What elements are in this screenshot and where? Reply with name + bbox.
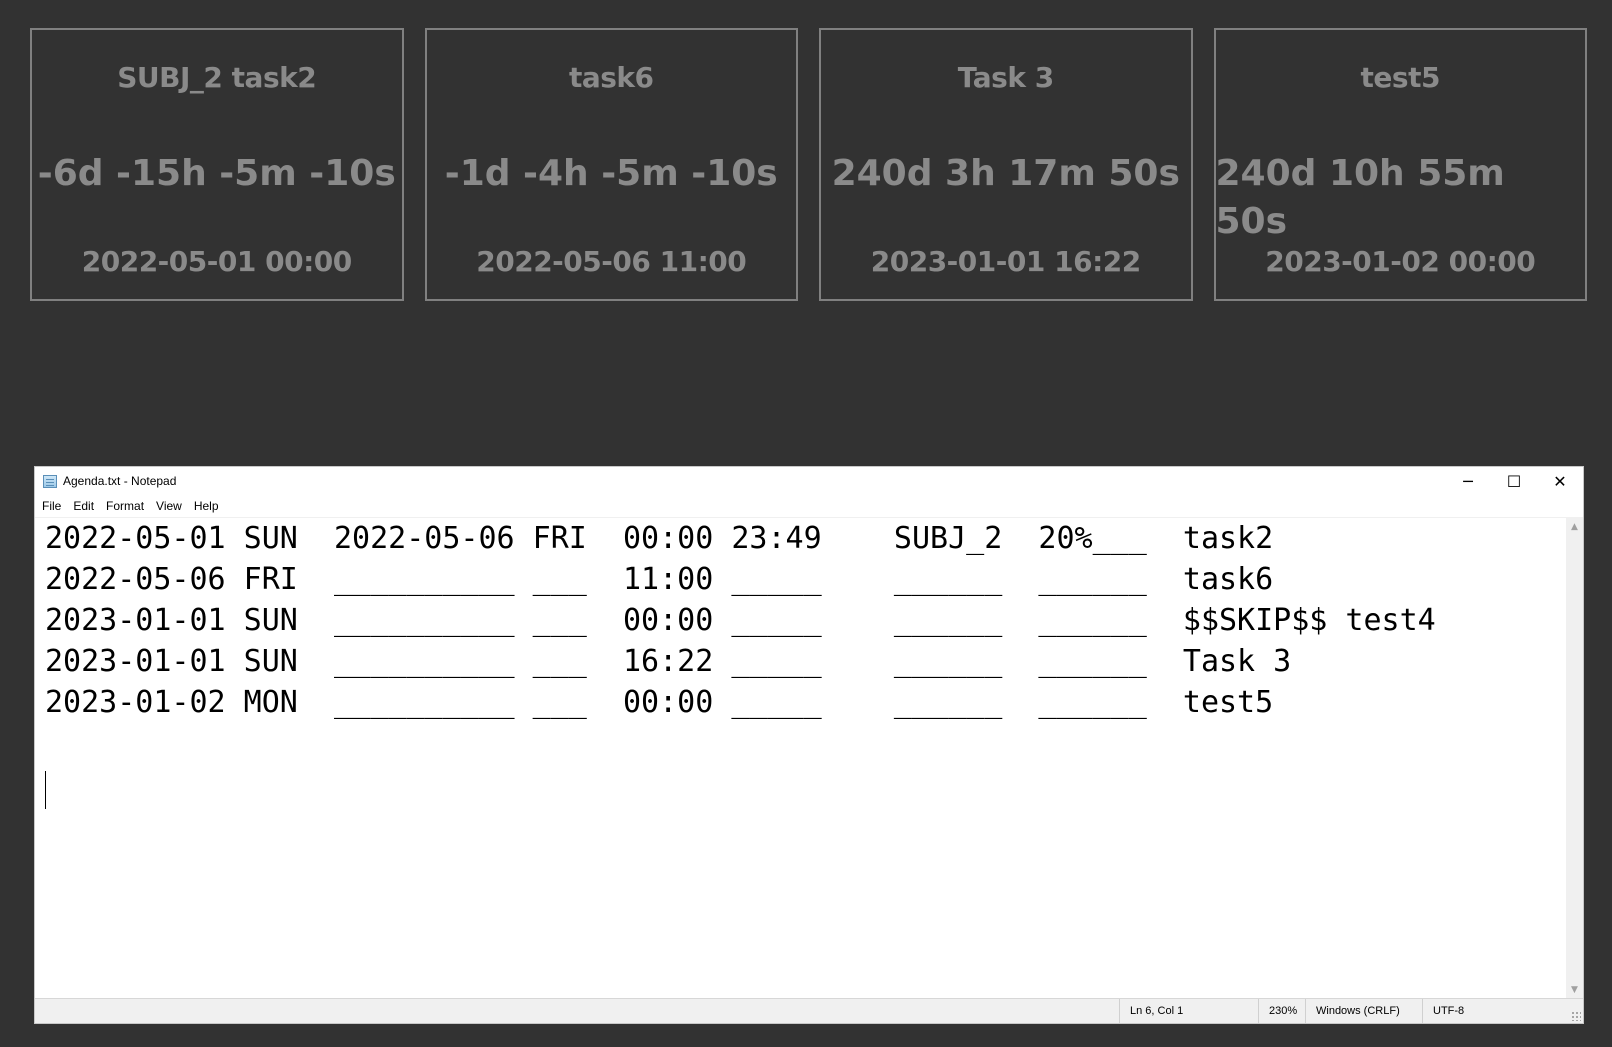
menu-edit[interactable]: Edit [73, 499, 94, 513]
text-editor[interactable]: 2022-05-01 SUN 2022-05-06 FRI 00:00 23:4… [35, 518, 1565, 998]
countdown-card: task6 -1d -4h -5m -10s 2022-05-06 11:00 [424, 28, 798, 301]
status-bar: Ln 6, Col 1 230% Windows (CRLF) UTF-8 [35, 998, 1583, 1023]
countdown-card: test5 240d 10h 55m 50s 2023-01-02 00:00 [1213, 28, 1587, 301]
editor-content[interactable]: 2022-05-01 SUN 2022-05-06 FRI 00:00 23:4… [35, 518, 1565, 723]
menu-file[interactable]: File [42, 499, 61, 513]
text-caret [45, 771, 46, 809]
card-datetime: 2023-01-02 00:00 [1265, 245, 1536, 278]
card-countdown: 240d 3h 17m 50s [831, 153, 1180, 194]
card-countdown: -1d -4h -5m -10s [444, 153, 778, 194]
menu-help[interactable]: Help [194, 499, 219, 513]
card-title: test5 [1360, 61, 1441, 94]
countdown-cards: SUBJ_2 task2 -6d -15h -5m -10s 2022-05-0… [30, 28, 1587, 301]
card-datetime: 2022-05-06 11:00 [476, 245, 747, 278]
minimize-icon: ─ [1463, 471, 1473, 491]
menu-format[interactable]: Format [106, 499, 144, 513]
close-button[interactable]: ✕ [1537, 467, 1583, 495]
zoom-level: 230% [1258, 999, 1297, 1023]
card-datetime: 2023-01-01 16:22 [870, 245, 1141, 278]
scroll-down-icon[interactable]: ▼ [1566, 981, 1583, 998]
window-controls: ─ ☐ ✕ [1445, 467, 1583, 495]
window-title: Agenda.txt - Notepad [63, 474, 177, 488]
text-line: 2023-01-01 SUN __________ ___ 16:22 ____… [45, 644, 1292, 679]
resize-grip-icon[interactable] [1571, 1011, 1581, 1021]
text-line: 2022-05-06 FRI __________ ___ 11:00 ____… [45, 562, 1274, 597]
card-countdown: -6d -15h -5m -10s [37, 153, 396, 194]
card-datetime: 2022-05-01 00:00 [81, 245, 352, 278]
menu-view[interactable]: View [156, 499, 182, 513]
card-countdown: 240d 10h 55m 50s [1215, 153, 1505, 242]
close-icon: ✕ [1553, 471, 1567, 491]
text-line: 2023-01-01 SUN __________ ___ 00:00 ____… [45, 603, 1436, 638]
scroll-up-icon[interactable]: ▲ [1566, 518, 1583, 535]
countdown-card: Task 3 240d 3h 17m 50s 2023-01-01 16:22 [819, 28, 1193, 301]
text-line: 2022-05-01 SUN 2022-05-06 FRI 00:00 23:4… [45, 521, 1274, 556]
menu-bar: File Edit Format View Help [35, 495, 1583, 518]
card-title: task6 [568, 61, 654, 94]
line-ending: Windows (CRLF) [1305, 999, 1400, 1023]
maximize-button[interactable]: ☐ [1491, 467, 1537, 495]
minimize-button[interactable]: ─ [1445, 467, 1491, 495]
cursor-position: Ln 6, Col 1 [1119, 999, 1183, 1023]
card-title: SUBJ_2 task2 [117, 61, 317, 94]
encoding: UTF-8 [1422, 999, 1464, 1023]
card-title: Task 3 [957, 61, 1054, 94]
title-bar[interactable]: Agenda.txt - Notepad ─ ☐ ✕ [35, 467, 1583, 495]
notepad-window: Agenda.txt - Notepad ─ ☐ ✕ File Edit For… [34, 466, 1584, 1024]
countdown-card: SUBJ_2 task2 -6d -15h -5m -10s 2022-05-0… [30, 28, 404, 301]
vertical-scrollbar[interactable]: ▲ ▼ [1566, 518, 1583, 998]
maximize-icon: ☐ [1506, 471, 1522, 491]
text-line: 2023-01-02 MON __________ ___ 00:00 ____… [45, 685, 1274, 720]
notepad-icon [43, 474, 57, 488]
